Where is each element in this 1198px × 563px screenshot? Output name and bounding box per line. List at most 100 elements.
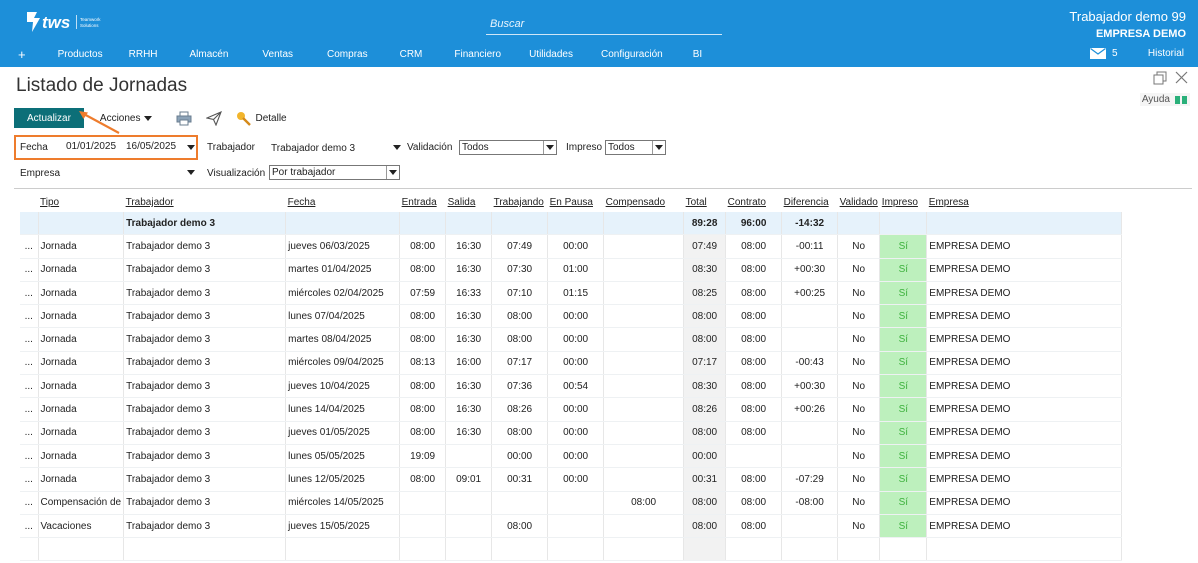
send-icon[interactable]	[206, 110, 223, 126]
history-link[interactable]: Historial	[1148, 48, 1184, 59]
table-row[interactable]: ... Jornada Trabajador demo 3 lunes 14/04/2…	[20, 397, 1123, 422]
nav-item-almacen[interactable]: Almacén	[170, 49, 241, 60]
row-more-button[interactable]: ...	[20, 374, 39, 399]
close-icon[interactable]	[1175, 71, 1188, 84]
nav-item-crm[interactable]: CRM	[380, 49, 435, 60]
row-out	[445, 514, 493, 539]
col-pause[interactable]: En Pausa	[548, 193, 604, 212]
table-row[interactable]: ... Jornada Trabajador demo 3 miércoles 02/…	[20, 281, 1123, 306]
row-worker: Trabajador demo 3	[123, 234, 287, 259]
row-working: 08:00	[491, 327, 549, 352]
company-name[interactable]: EMPRESA DEMO	[1096, 28, 1186, 40]
nav-item-bi[interactable]: BI	[675, 49, 714, 60]
date-to-field[interactable]: 16/05/2025	[126, 141, 176, 152]
col-validated[interactable]: Validado	[838, 193, 880, 212]
table-row[interactable]: ... Jornada Trabajador demo 3 lunes 05/05/2…	[20, 444, 1123, 469]
table-row[interactable]: ... Jornada Trabajador demo 3 miércoles 09/…	[20, 351, 1123, 376]
table-row[interactable]: ... Compensación de Trabajador demo 3 miérc…	[20, 491, 1123, 515]
worker-dropdown-icon[interactable]	[393, 145, 401, 150]
user-name[interactable]: Trabajador demo 99	[1069, 9, 1186, 24]
col-compensated[interactable]: Compensado	[604, 193, 684, 212]
row-working: 07:17	[491, 351, 549, 376]
row-worker: Trabajador demo 3	[123, 514, 287, 539]
row-more-button[interactable]: ...	[20, 397, 39, 422]
date-dropdown-icon[interactable]	[187, 145, 195, 150]
worker-select[interactable]: Trabajador demo 3	[271, 143, 355, 154]
empty-row	[20, 537, 1123, 562]
row-more-button[interactable]: ...	[20, 467, 39, 492]
col-contract[interactable]: Contrato	[726, 193, 782, 212]
table-row[interactable]: ... Jornada Trabajador demo 3 martes 01/04/…	[20, 258, 1123, 282]
nav-item-utilidades[interactable]: Utilidades	[513, 49, 585, 60]
add-icon[interactable]: +	[18, 47, 26, 62]
table-row[interactable]: ... Jornada Trabajador demo 3 lunes 12/05/2…	[20, 467, 1123, 492]
table-row[interactable]: ... Jornada Trabajador demo 3 jueves 06/03/…	[20, 234, 1123, 259]
nav-item-rrhh[interactable]: RRHH	[115, 49, 170, 60]
cell	[879, 212, 928, 236]
col-in[interactable]: Entrada	[400, 193, 446, 212]
empty-cell	[603, 537, 685, 562]
row-contract: 08:00	[725, 467, 783, 492]
row-more-button[interactable]: ...	[20, 234, 39, 259]
date-from-field[interactable]: 01/01/2025	[66, 141, 116, 152]
row-validated: No	[837, 467, 881, 492]
restore-icon[interactable]	[1153, 71, 1167, 85]
row-worker: Trabajador demo 3	[123, 351, 287, 376]
col-working[interactable]: Trabajando	[492, 193, 548, 212]
update-button[interactable]: Actualizar	[14, 108, 84, 128]
top-bar: tws Teamwork Solutions Trabajador demo 9…	[0, 0, 1198, 67]
help-button[interactable]: Ayuda	[1139, 93, 1190, 106]
nav-item-financiero[interactable]: Financiero	[434, 49, 513, 60]
col-date[interactable]: Fecha	[286, 193, 400, 212]
row-out: 16:00	[445, 351, 493, 376]
row-out	[445, 491, 493, 515]
nav-item-compras[interactable]: Compras	[305, 49, 380, 60]
tws-logo[interactable]: tws Teamwork Solutions	[24, 9, 110, 35]
mail-button[interactable]: 5	[1090, 48, 1118, 59]
search-input[interactable]	[486, 13, 730, 34]
row-more-button[interactable]: ...	[20, 304, 39, 329]
nav-item-productos[interactable]: Productos	[46, 49, 115, 60]
row-more-button[interactable]: ...	[20, 281, 39, 306]
col-total[interactable]: Total	[684, 193, 726, 212]
col-type[interactable]: Tipo	[38, 193, 124, 212]
table-row[interactable]: ... Jornada Trabajador demo 3 jueves 01/05/…	[20, 421, 1123, 445]
search-box	[486, 13, 730, 35]
row-printed: Sí	[879, 234, 928, 259]
row-more-button[interactable]: ...	[20, 327, 39, 352]
row-more-button[interactable]: ...	[20, 514, 39, 539]
row-more-button[interactable]: ...	[20, 444, 39, 469]
col-worker[interactable]: Trabajador	[124, 193, 286, 212]
row-company: EMPRESA DEMO	[926, 281, 1123, 306]
company-dropdown-icon[interactable]	[187, 170, 195, 175]
row-more-button[interactable]: ...	[20, 258, 39, 282]
col-company[interactable]: Empresa	[927, 193, 1122, 212]
col-difference[interactable]: Diferencia	[782, 193, 838, 212]
table-row[interactable]: ... Jornada Trabajador demo 3 martes 08/04/…	[20, 327, 1123, 352]
empty-cell	[20, 537, 39, 562]
row-in: 08:00	[399, 397, 447, 422]
row-in: 08:00	[399, 374, 447, 399]
row-more-button[interactable]: ...	[20, 351, 39, 376]
printed-select[interactable]: Todos	[605, 140, 666, 155]
validation-select[interactable]: Todos	[459, 140, 557, 155]
row-more-button[interactable]: ...	[20, 421, 39, 445]
company-select[interactable]	[66, 168, 186, 180]
row-total: 08:00	[683, 491, 727, 515]
table-row[interactable]: ... Vacaciones Trabajador demo 3 jueves 15/…	[20, 514, 1123, 539]
row-validated: No	[837, 374, 881, 399]
row-type: Jornada	[38, 467, 125, 492]
col-out[interactable]: Salida	[446, 193, 492, 212]
row-date: martes 01/04/2025	[285, 258, 401, 282]
col-printed[interactable]: Impreso	[880, 193, 927, 212]
table-row[interactable]: ... Jornada Trabajador demo 3 lunes 07/04/2…	[20, 304, 1123, 329]
table-row[interactable]: ... Jornada Trabajador demo 3 jueves 10/04/…	[20, 374, 1123, 399]
printer-icon[interactable]	[176, 111, 192, 126]
detail-button[interactable]: Detalle	[236, 111, 287, 126]
row-pause	[547, 514, 605, 539]
view-select[interactable]: Por trabajador	[269, 165, 400, 180]
nav-item-ventas[interactable]: Ventas	[240, 49, 305, 60]
row-more-button[interactable]: ...	[20, 491, 39, 515]
row-type: Jornada	[38, 327, 125, 352]
nav-item-configuracion[interactable]: Configuración	[585, 49, 675, 60]
